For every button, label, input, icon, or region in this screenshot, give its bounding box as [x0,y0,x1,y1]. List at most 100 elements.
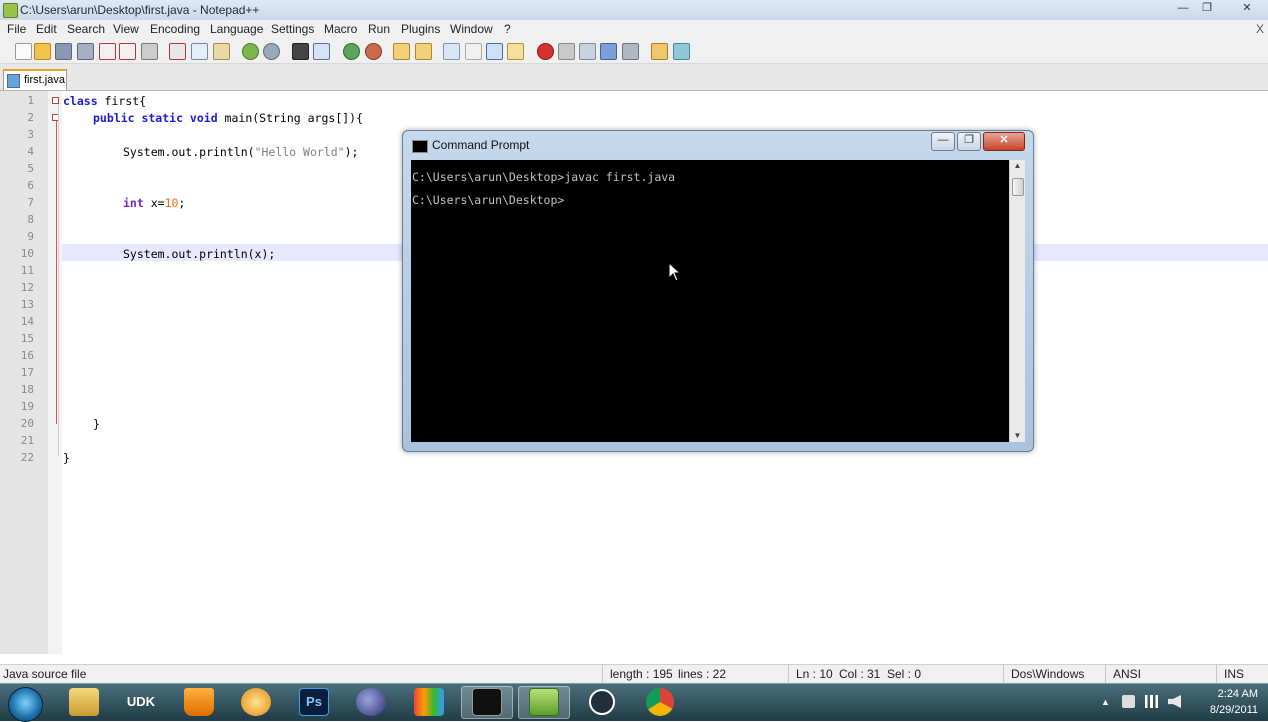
close-all-icon[interactable] [119,43,136,60]
cmd-close-button[interactable]: ✕ [983,132,1025,151]
user-lang-icon[interactable] [507,43,524,60]
menu-view[interactable]: View [113,22,139,36]
java-file-icon [7,74,20,88]
fold-margin[interactable] [48,91,62,654]
console-scrollbar[interactable]: ▲ ▼ [1009,160,1025,442]
code-line-1: class first{ [63,94,146,108]
start-button[interactable] [8,687,43,722]
zoom-out-icon[interactable] [365,43,382,60]
line-number: 7 [27,196,34,209]
menu-language[interactable]: Language [210,22,263,36]
menu-edit[interactable]: Edit [36,22,57,36]
udk-icon[interactable]: UDK [126,688,156,716]
line-number: 1 [27,94,34,107]
save-macro-icon[interactable] [622,43,639,60]
colorful-app-icon[interactable] [414,688,444,716]
word-wrap-icon[interactable] [443,43,460,60]
menu-macro[interactable]: Macro [324,22,357,36]
window-title: C:\Users\arun\Desktop\first.java - Notep… [20,3,260,17]
tab-first-java[interactable]: first.java [3,69,67,90]
menu-file[interactable]: File [7,22,26,36]
paste-icon[interactable] [213,43,230,60]
eclipse-icon[interactable] [356,688,386,716]
volume-icon[interactable] [1168,695,1181,708]
menu-search[interactable]: Search [67,22,105,36]
command-prompt-window[interactable]: Command Prompt — ❐ ✕ C:\Users\arun\Deskt… [402,130,1034,452]
code-text: } [93,417,100,431]
open-file-icon[interactable] [34,43,51,60]
close-button[interactable]: ✕ [1236,1,1258,16]
line-number: 11 [20,264,34,277]
status-sel: Sel : 0 [887,667,922,681]
menu-help[interactable]: ? [504,22,511,36]
console-output[interactable]: C:\Users\arun\Desktop>javac first.java C… [411,160,1009,442]
menu-settings[interactable]: Settings [271,22,314,36]
close-icon[interactable] [99,43,116,60]
status-separator [602,665,603,683]
new-file-icon[interactable] [15,43,32,60]
save-all-icon[interactable] [77,43,94,60]
line-number: 13 [20,298,34,311]
code-keyword: class [63,94,98,108]
replace-icon[interactable] [313,43,330,60]
run-macro-multiple-icon[interactable] [600,43,617,60]
action-center-flag-icon[interactable] [1122,695,1135,708]
close-document-x[interactable]: X [1256,22,1264,36]
record-macro-icon[interactable] [537,43,554,60]
scroll-up-icon[interactable]: ▲ [1010,160,1025,172]
notepad-plus-plus-app-icon [3,3,18,18]
copy-icon[interactable] [191,43,208,60]
clock-date[interactable]: 8/29/2011 [1210,704,1258,716]
code-line-22: } [63,451,70,465]
save-icon[interactable] [55,43,72,60]
sync-h-icon[interactable] [415,43,432,60]
line-number: 8 [27,213,34,226]
vlc-icon[interactable] [184,688,214,716]
notepad-plus-plus-icon[interactable] [529,688,559,716]
network-icon[interactable] [1145,695,1158,708]
status-insert-mode: INS [1224,667,1245,681]
fold-collapse-icon[interactable] [52,97,59,104]
play-macro-icon[interactable] [579,43,596,60]
sync-v-icon[interactable] [393,43,410,60]
status-encoding: ANSI [1113,667,1142,681]
photoshop-icon[interactable]: Ps [299,688,329,716]
cut-icon[interactable] [169,43,186,60]
launch-browser-icon[interactable] [651,43,668,60]
maximize-button[interactable]: ❐ [1196,1,1218,16]
code-text: ); [344,145,359,159]
command-prompt-icon [412,140,428,153]
code-text: main(String args[]){ [217,111,364,125]
undo-icon[interactable] [242,43,259,60]
line-number: 6 [27,179,34,192]
clock-time[interactable]: 2:24 AM [1218,688,1258,700]
cmd-maximize-button[interactable]: ❐ [957,132,981,151]
zoom-in-icon[interactable] [343,43,360,60]
cmd-minimize-button[interactable]: — [931,132,955,151]
media-center-icon[interactable] [241,688,271,716]
chrome-icon[interactable] [646,688,674,716]
menu-run[interactable]: Run [368,22,390,36]
stop-record-icon[interactable] [558,43,575,60]
hp-icon[interactable] [589,689,615,715]
scroll-thumb[interactable] [1012,178,1024,196]
spellcheck-icon[interactable] [673,43,690,60]
command-prompt-icon[interactable] [472,688,502,716]
minimize-button[interactable]: — [1172,1,1194,16]
status-length: length : 195 [610,667,673,681]
line-number: 22 [20,451,34,464]
menu-plugins[interactable]: Plugins [401,22,440,36]
windows-explorer-icon[interactable] [69,688,99,716]
code-number: 10 [164,196,179,210]
code-string: "Hello World" [254,145,345,159]
scroll-down-icon[interactable]: ▼ [1010,430,1025,442]
show-all-chars-icon[interactable] [465,43,482,60]
print-icon[interactable] [141,43,158,60]
show-hidden-icons-icon[interactable]: ▲ [1101,697,1110,707]
line-number: 15 [20,332,34,345]
menu-encoding[interactable]: Encoding [150,22,200,36]
redo-icon[interactable] [263,43,280,60]
menu-window[interactable]: Window [450,22,493,36]
find-icon[interactable] [292,43,309,60]
indent-guide-icon[interactable] [486,43,503,60]
